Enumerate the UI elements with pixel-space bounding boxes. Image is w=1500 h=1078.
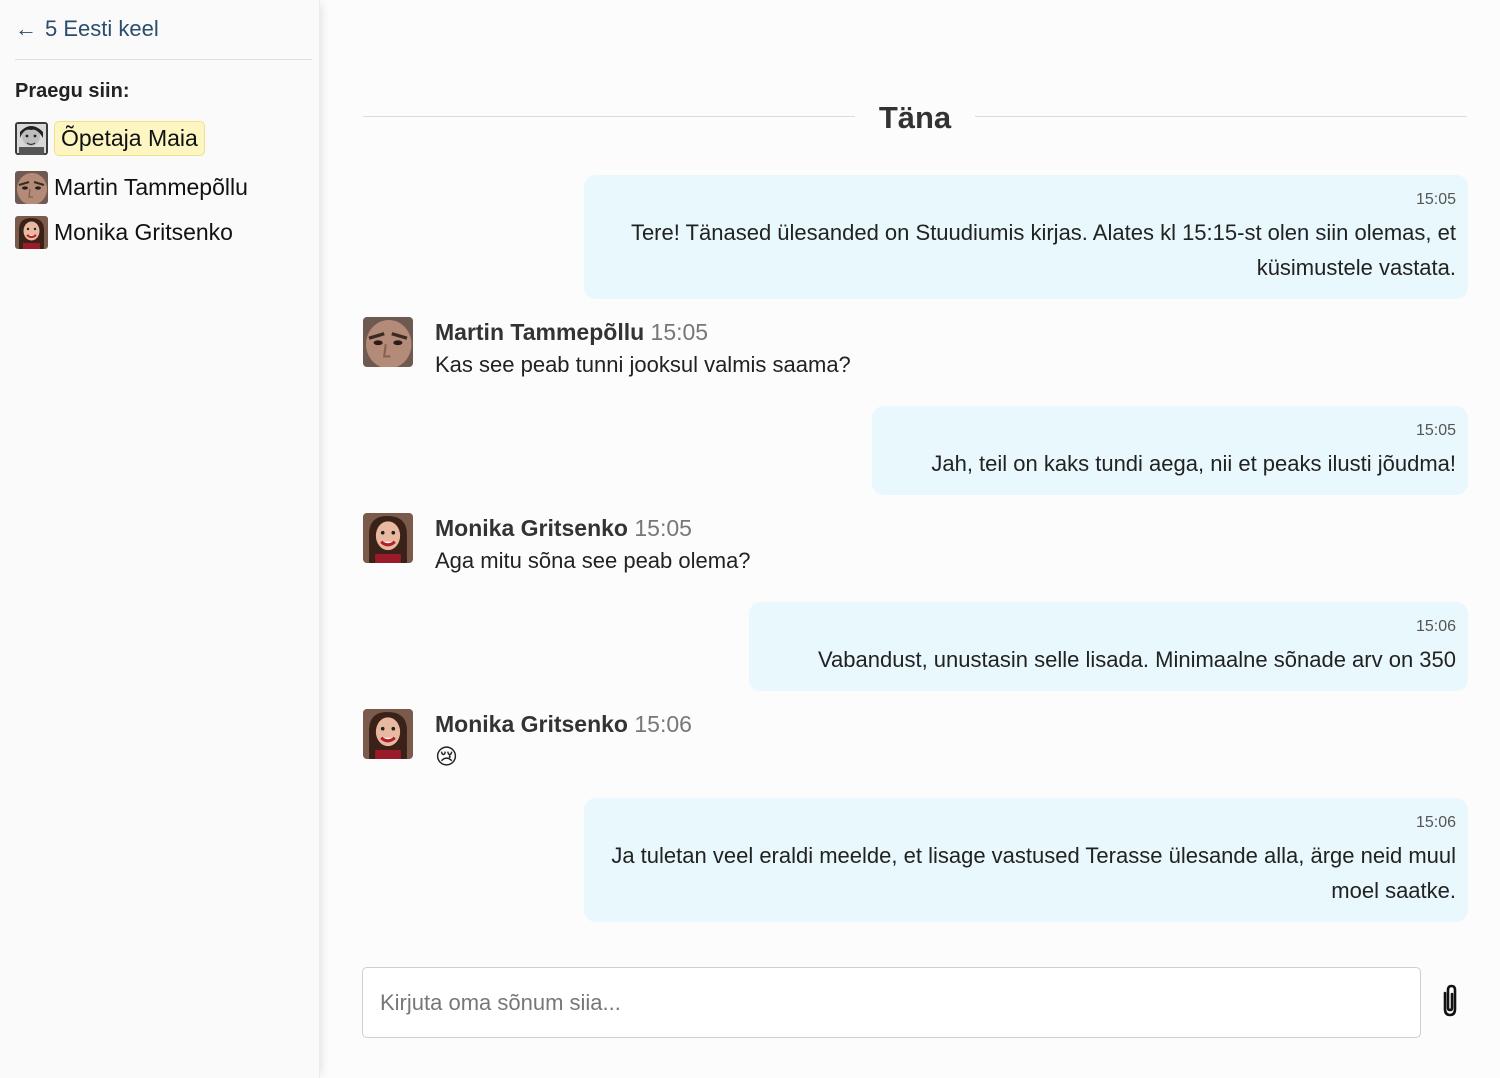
outgoing-message: 15:06 Ja tuletan veel eraldi meelde, et … — [584, 798, 1468, 922]
monika-avatar — [363, 709, 413, 759]
present-heading: Praegu siin: — [15, 80, 130, 102]
paperclip-icon[interactable] — [1436, 983, 1464, 1019]
message-body: Monika Gritsenko 15:05 Aga mitu sõna see… — [435, 513, 751, 574]
participant-name: Martin Tammepõllu — [54, 173, 248, 200]
participant-name: Õpetaja Maia — [54, 120, 205, 156]
incoming-message: Martin Tammepõllu 15:05 Kas see peab tun… — [363, 317, 851, 378]
day-label: Täna — [878, 100, 952, 135]
message-meta: Martin Tammepõllu 15:05 — [435, 319, 851, 346]
sender-name: Monika Gritsenko — [435, 515, 628, 541]
sidebar: ← 5 Eesti keel Praegu siin: Õpetaja Maia — [0, 0, 320, 1078]
day-divider-line — [363, 116, 855, 117]
message-time: 15:05 — [1415, 191, 1456, 208]
message-text: Kas see peab tunni jooksul valmis saama? — [435, 352, 851, 377]
martin-avatar — [15, 170, 48, 204]
day-divider-line — [975, 116, 1467, 117]
message-body: Monika Gritsenko 15:06 😢 — [435, 709, 692, 770]
sender-name: Monika Gritsenko — [435, 711, 628, 737]
participant-monika-gritsenko[interactable]: Monika Gritsenko — [15, 215, 233, 249]
participant-opetaja-maia[interactable]: Õpetaja Maia — [15, 120, 205, 156]
monika-avatar — [363, 513, 413, 563]
message-time: 15:06 — [634, 711, 692, 737]
message-text: Aga mitu sõna see peab olema? — [435, 548, 751, 573]
sender-name: Martin Tammepõllu — [435, 319, 645, 345]
message-input[interactable] — [362, 967, 1421, 1038]
arrow-left-icon: ← — [15, 16, 37, 41]
back-link-label: 5 Eesti keel — [45, 16, 159, 41]
message-text: Ja tuletan veel eraldi meelde, et lisage… — [611, 843, 1456, 903]
chat-app: ← 5 Eesti keel Praegu siin: Õpetaja Maia — [0, 0, 1500, 1078]
outgoing-message: 15:05 Tere! Tänased ülesanded on Stuudiu… — [584, 175, 1468, 299]
message-time: 15:06 — [1415, 814, 1456, 831]
message-time: 15:05 — [634, 515, 692, 541]
message-text: Vabandust, unustasin selle lisada. Minim… — [818, 647, 1456, 672]
message-time: 15:05 — [650, 319, 709, 345]
teacher-avatar — [15, 121, 48, 155]
monika-avatar — [15, 215, 48, 249]
incoming-message: Monika Gritsenko 15:05 Aga mitu sõna see… — [363, 513, 751, 574]
participant-martin-tammepollu[interactable]: Martin Tammepõllu — [15, 170, 248, 204]
message-emoji: 😢 — [435, 744, 458, 769]
outgoing-message: 15:06 Vabandust, unustasin selle lisada.… — [749, 602, 1468, 691]
message-text: Tere! Tänased ülesanded on Stuudiumis ki… — [630, 220, 1456, 280]
participant-name: Monika Gritsenko — [54, 218, 233, 245]
chat-main: Täna 15:05 Tere! Tänased ülesanded on St… — [330, 0, 1500, 1078]
message-time: 15:05 — [1415, 422, 1456, 439]
sidebar-divider — [15, 59, 312, 60]
message-time: 15:06 — [1415, 618, 1456, 635]
message-text: Jah, teil on kaks tundi aega, nii et pea… — [931, 451, 1456, 476]
martin-avatar — [363, 317, 413, 367]
outgoing-message: 15:05 Jah, teil on kaks tundi aega, nii … — [872, 406, 1468, 495]
message-body: Martin Tammepõllu 15:05 Kas see peab tun… — [435, 317, 851, 378]
incoming-message: Monika Gritsenko 15:06 😢 — [363, 709, 692, 770]
back-link[interactable]: ← 5 Eesti keel — [15, 16, 159, 42]
message-meta: Monika Gritsenko 15:05 — [435, 515, 751, 542]
message-meta: Monika Gritsenko 15:06 — [435, 711, 692, 738]
